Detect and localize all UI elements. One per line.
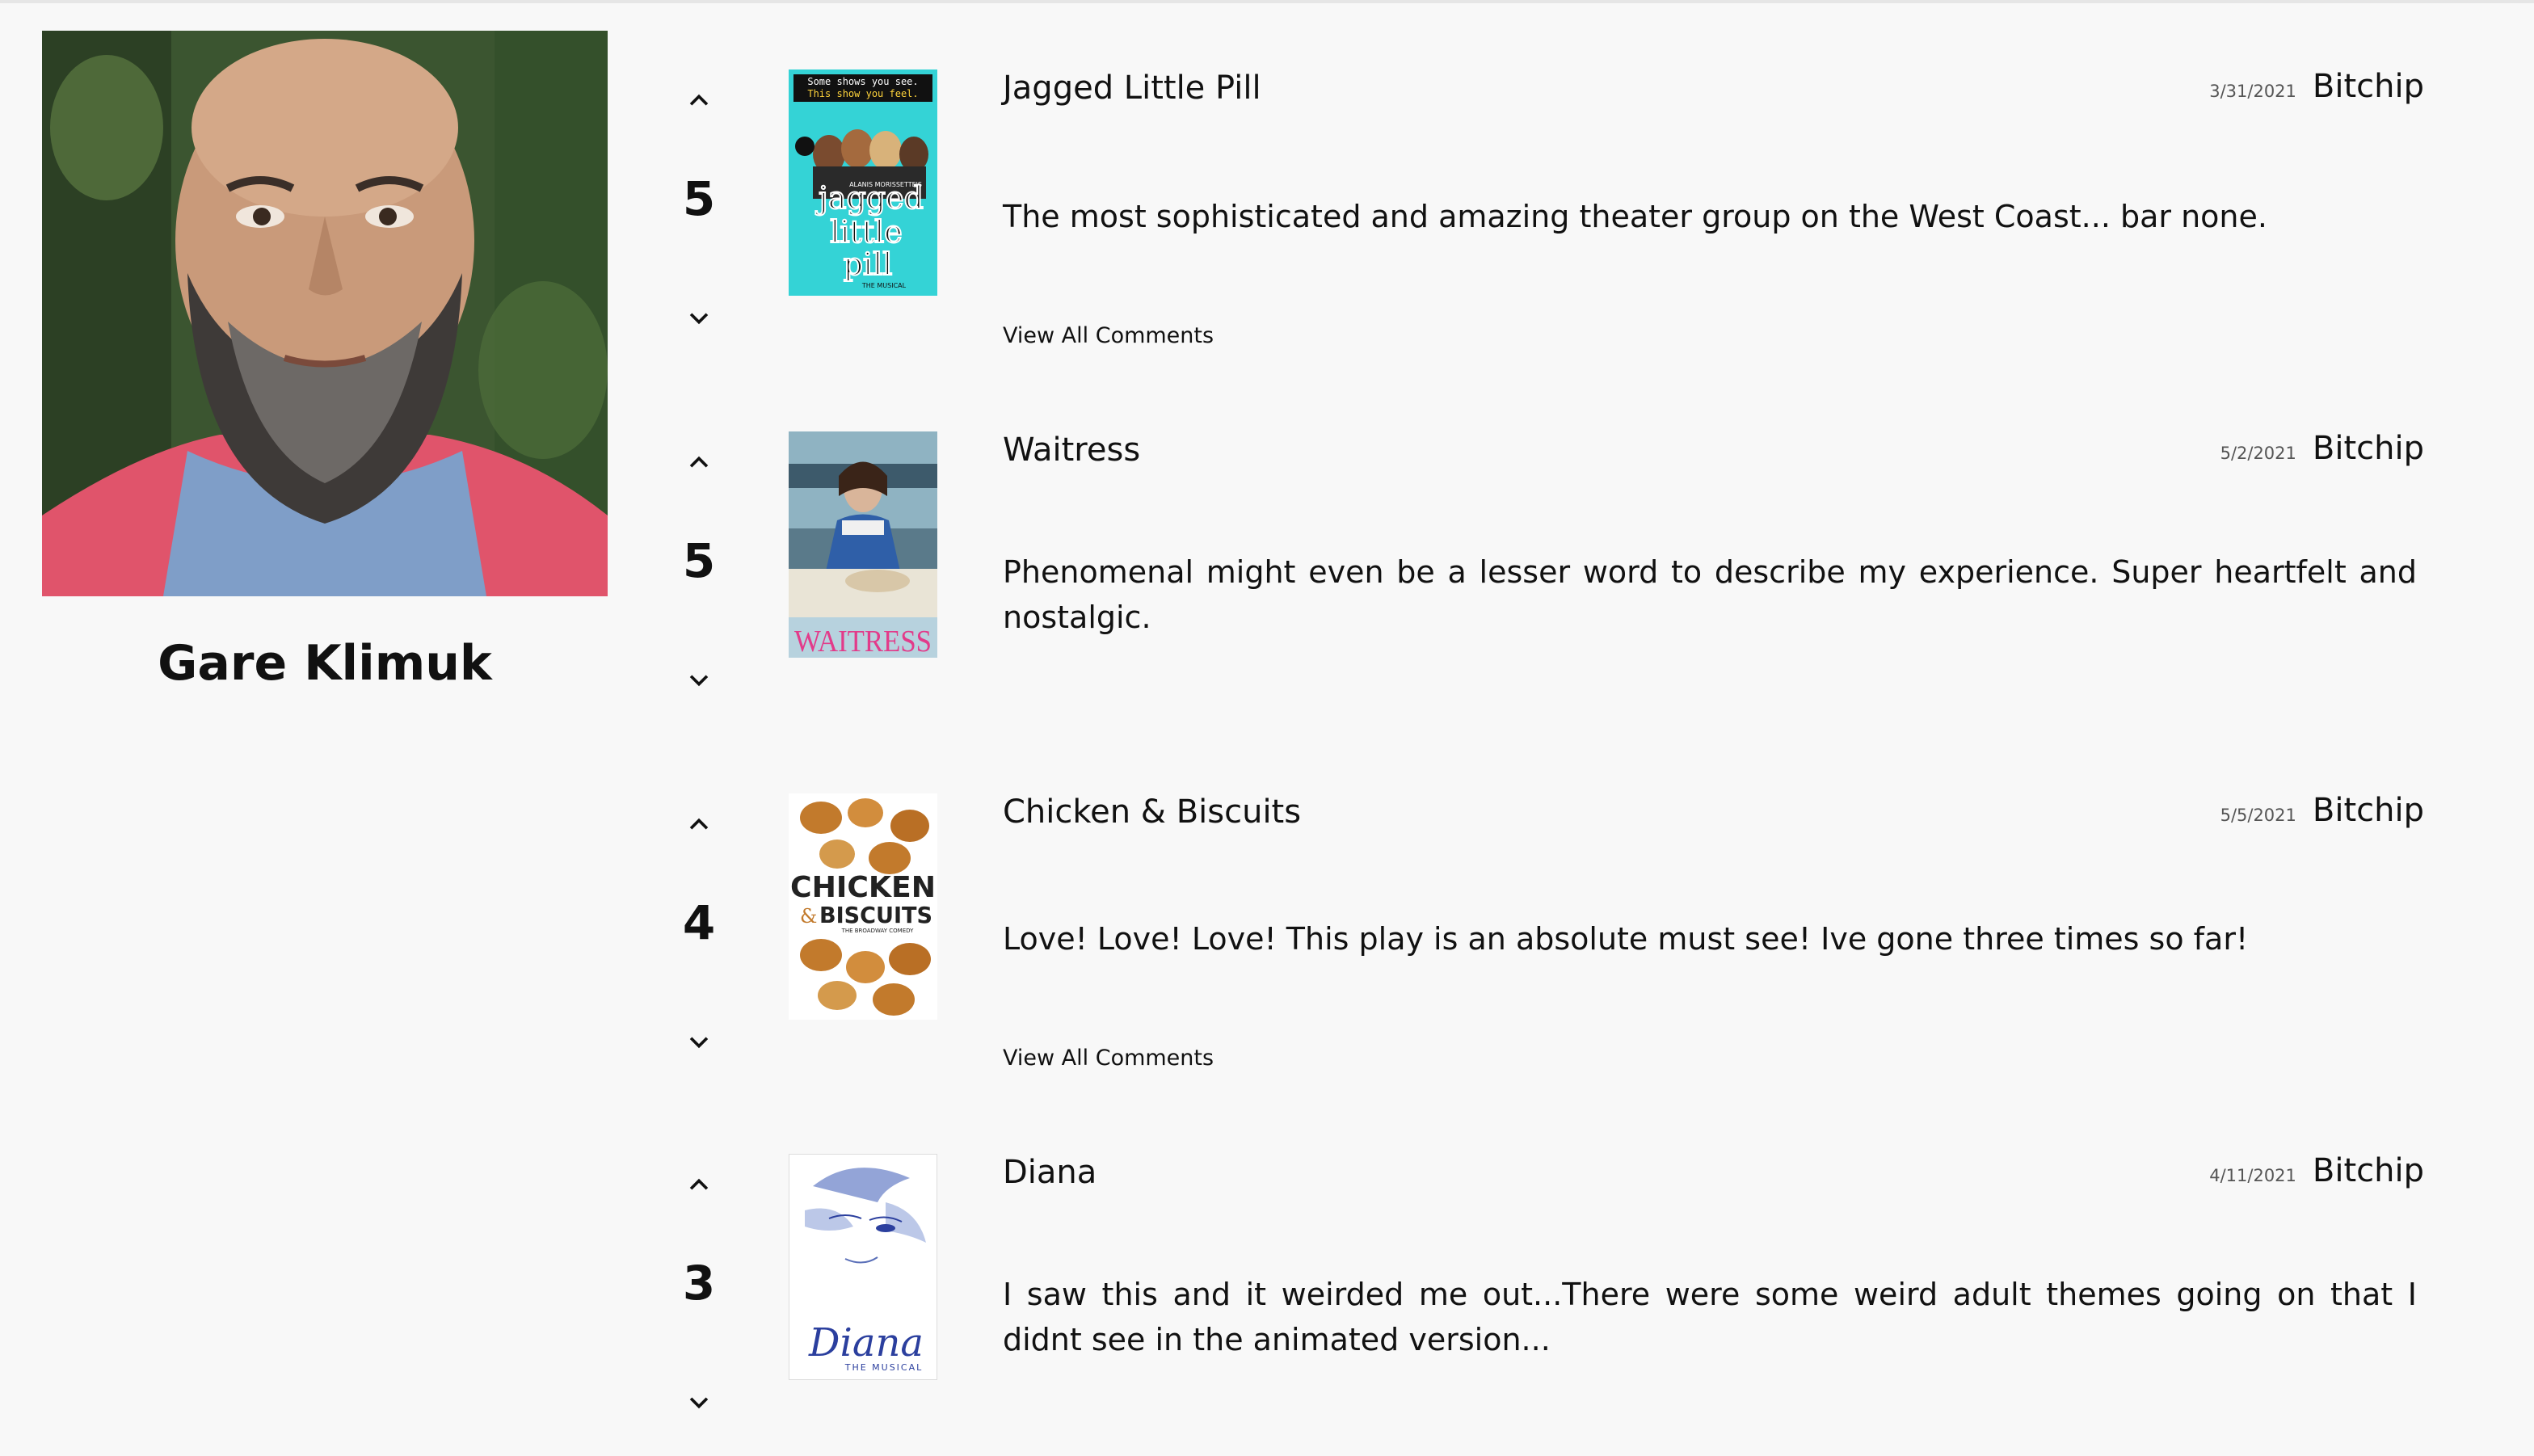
review-date: 5/5/2021 xyxy=(2220,806,2296,825)
profile-photo xyxy=(42,31,608,596)
review-meta: 3/31/2021 Bitchip xyxy=(2209,68,2424,105)
review-card: 4 CHICKEN & BISCUITS THE BROADWAY COMEDY… xyxy=(646,724,2424,1071)
review-date: 5/2/2021 xyxy=(2220,444,2296,463)
review-meta: 5/2/2021 Bitchip xyxy=(2220,430,2424,467)
svg-text:WAITRESS: WAITRESS xyxy=(794,625,932,658)
downvote-button[interactable] xyxy=(679,1382,719,1422)
show-title[interactable]: Waitress xyxy=(1003,431,1140,469)
upvote-button[interactable] xyxy=(679,805,719,845)
review-text: The most sophisticated and amazing theat… xyxy=(1003,199,2267,234)
review-card: 5 WAITRESS Waitress 5/2/2021 Bitchip Phe… xyxy=(646,362,2424,687)
upvote-button[interactable] xyxy=(679,81,719,121)
chevron-down-icon xyxy=(689,1397,709,1409)
show-title[interactable]: Jagged Little Pill xyxy=(1003,69,1261,107)
review-meta: 4/11/2021 Bitchip xyxy=(2209,1152,2424,1189)
review-text: Phenomenal might even be a lesser word t… xyxy=(1003,554,2417,635)
svg-text:Diana: Diana xyxy=(808,1320,924,1366)
show-poster[interactable]: WAITRESS xyxy=(789,431,937,658)
chevron-up-icon xyxy=(689,456,709,468)
svg-text:BISCUITS: BISCUITS xyxy=(819,902,932,928)
chevron-up-icon xyxy=(689,1178,709,1190)
review-card: 3 Diana THE MUSICAL Diana 4/11/2021 Bitc… xyxy=(646,1084,2424,1409)
vote-controls: 5 xyxy=(646,362,751,687)
vote-score: 5 xyxy=(682,533,716,588)
view-all-comments-link[interactable]: View All Comments xyxy=(1003,1046,1214,1071)
review-text: Love! Love! Love! This play is an absolu… xyxy=(1003,921,2249,957)
view-all-comments-link[interactable]: View All Comments xyxy=(1003,323,1214,348)
show-poster[interactable]: CHICKEN & BISCUITS THE BROADWAY COMEDY xyxy=(789,793,937,1020)
svg-text:CHICKEN: CHICKEN xyxy=(790,871,936,904)
review-date: 3/31/2021 xyxy=(2209,82,2296,101)
profile-photo-image xyxy=(42,31,608,596)
vote-score: 5 xyxy=(682,171,716,226)
chevron-down-icon xyxy=(689,675,709,687)
downvote-button[interactable] xyxy=(679,659,719,700)
chevron-down-icon xyxy=(689,313,709,325)
svg-text:little: little xyxy=(830,214,903,250)
review-username[interactable]: Bitchip xyxy=(2313,68,2424,105)
review-card: 5 Some shows you see. This show you feel… xyxy=(646,0,2424,348)
vote-score: 3 xyxy=(682,1256,716,1311)
review-date: 4/11/2021 xyxy=(2209,1166,2296,1185)
show-poster[interactable]: Some shows you see. This show you feel. … xyxy=(789,69,937,296)
chevron-up-icon xyxy=(689,818,709,830)
svg-text:jagged: jagged xyxy=(815,180,924,216)
vote-controls: 4 xyxy=(646,724,751,1049)
vote-controls: 5 xyxy=(646,0,751,325)
vote-controls: 3 xyxy=(646,1084,751,1409)
svg-text:THE MUSICAL: THE MUSICAL xyxy=(844,1362,924,1373)
chevron-up-icon xyxy=(689,94,709,106)
poster-jagged-little-pill: Some shows you see. This show you feel. … xyxy=(789,69,937,296)
review-text: I saw this and it weirded me out...There… xyxy=(1003,1277,2417,1357)
show-title[interactable]: Diana xyxy=(1003,1154,1097,1191)
review-username[interactable]: Bitchip xyxy=(2313,1152,2424,1189)
show-title[interactable]: Chicken & Biscuits xyxy=(1003,793,1301,831)
svg-text:THE BROADWAY COMEDY: THE BROADWAY COMEDY xyxy=(841,928,915,934)
show-poster[interactable]: Diana THE MUSICAL xyxy=(789,1154,937,1380)
downvote-button[interactable] xyxy=(679,1021,719,1062)
downvote-button[interactable] xyxy=(679,297,719,338)
profile-name: Gare Klimuk xyxy=(158,635,492,692)
svg-text:pill: pill xyxy=(844,246,893,282)
review-username[interactable]: Bitchip xyxy=(2313,792,2424,829)
upvote-button[interactable] xyxy=(679,1165,719,1206)
poster-chicken-and-biscuits: CHICKEN & BISCUITS THE BROADWAY COMEDY xyxy=(789,793,937,1020)
review-meta: 5/5/2021 Bitchip xyxy=(2220,792,2424,829)
poster-diana: Diana THE MUSICAL xyxy=(789,1154,937,1380)
svg-text:&: & xyxy=(800,905,817,928)
upvote-button[interactable] xyxy=(679,443,719,483)
chevron-down-icon xyxy=(689,1037,709,1049)
vote-score: 4 xyxy=(682,895,716,950)
svg-text:Some shows you see.: Some shows you see. xyxy=(807,76,918,87)
svg-text:THE MUSICAL: THE MUSICAL xyxy=(861,282,907,289)
svg-text:This show you feel.: This show you feel. xyxy=(807,88,918,99)
poster-waitress: WAITRESS xyxy=(789,431,937,658)
review-username[interactable]: Bitchip xyxy=(2313,430,2424,467)
